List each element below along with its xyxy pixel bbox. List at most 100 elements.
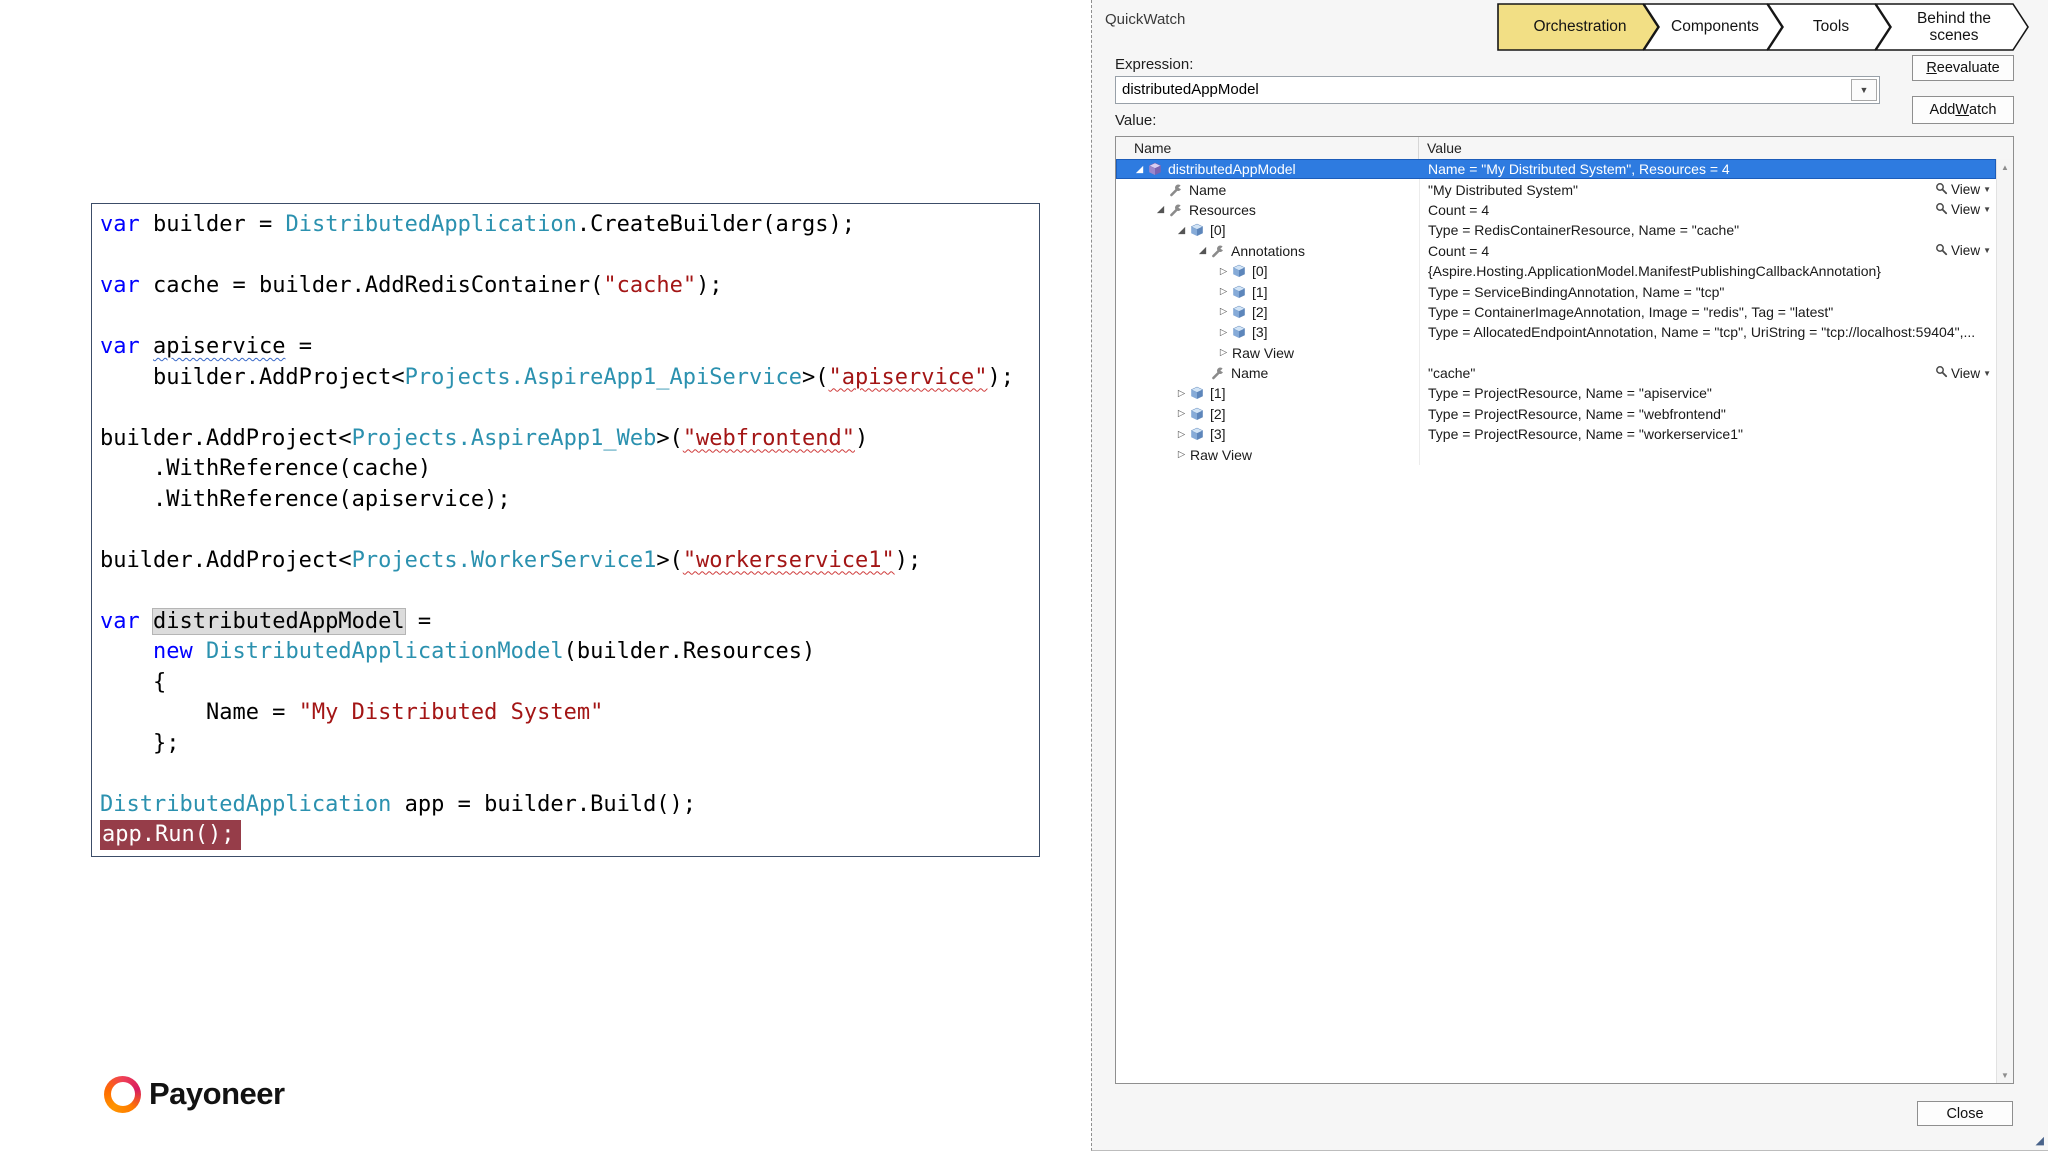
expand-toggle-icon[interactable]: ▷ <box>1174 388 1189 399</box>
add-watch-button[interactable]: Add Watch <box>1912 96 2014 124</box>
code-line: DistributedApplication app = builder.Bui… <box>100 790 1031 821</box>
code-token: distributedAppModel <box>153 608 405 634</box>
collapse-toggle-icon[interactable]: ◢ <box>1132 164 1147 175</box>
watch-row[interactable]: ▷ [1] Type = ProjectResource, Name = "apis… <box>1116 383 1996 404</box>
row-value-cell: Count = 4 View ▼ <box>1419 199 1996 221</box>
watch-row[interactable]: ▷ [1] Type = ServiceBindingAnnotation, Nam… <box>1116 281 1996 302</box>
reevaluate-button[interactable]: Reevaluate <box>1912 55 2014 81</box>
code-line: { <box>100 668 1031 699</box>
view-button[interactable]: View ▼ <box>1935 182 1991 198</box>
expand-toggle-icon[interactable]: ▷ <box>1174 408 1189 419</box>
tab-tools[interactable]: Tools <box>1767 3 1891 51</box>
scrollbar[interactable]: ▲ ▼ <box>1996 159 2013 1083</box>
expand-toggle-icon[interactable]: ▷ <box>1174 429 1189 440</box>
scroll-up-button[interactable]: ▲ <box>1997 159 2013 175</box>
watch-row[interactable]: ◢ Resources Count = 4 View ▼ <box>1116 199 1996 221</box>
row-value-cell: Count = 4 View ▼ <box>1419 240 1996 261</box>
watch-row[interactable]: Name "My Distributed System" View ▼ <box>1116 179 1996 200</box>
view-dropdown-arrow-icon[interactable]: ▼ <box>1983 369 1991 378</box>
scroll-down-button[interactable]: ▼ <box>1997 1067 2013 1083</box>
code-line: Name = "My Distributed System" <box>100 698 1031 729</box>
view-button[interactable]: View ▼ <box>1935 202 1991 218</box>
code-token: builder.AddProject< <box>100 425 352 451</box>
collapse-toggle-icon[interactable]: ◢ <box>1174 225 1189 236</box>
row-value-cell: Type = AllocatedEndpointAnnotation, Name… <box>1419 322 1996 343</box>
expression-combobox[interactable]: distributedAppModel ▼ <box>1115 76 1880 104</box>
code-token: .WithReference(cache) <box>100 456 432 481</box>
code-token: >( <box>656 547 683 573</box>
button-text: atch <box>1969 102 1997 118</box>
wrench-icon <box>1169 183 1184 197</box>
expression-input[interactable]: distributedAppModel <box>1116 77 1849 103</box>
view-button[interactable]: View ▼ <box>1935 365 1991 381</box>
expand-toggle-icon[interactable]: ▷ <box>1216 327 1231 338</box>
row-value: "cache" <box>1428 365 1476 382</box>
watch-grid: Name Value ◢ distributedAppModel Name = "M… <box>1115 136 2014 1084</box>
cube-icon <box>1190 386 1205 400</box>
combo-dropdown-button[interactable]: ▼ <box>1851 79 1877 101</box>
watch-row[interactable]: Name "cache" View ▼ <box>1116 362 1996 384</box>
code-token: ) <box>855 425 869 451</box>
row-value: Count = 4 <box>1428 201 1490 218</box>
watch-row[interactable]: ◢ Annotations Count = 4 View ▼ <box>1116 240 1996 261</box>
watch-row[interactable]: ▷ Raw View <box>1116 444 1996 465</box>
view-dropdown-arrow-icon[interactable]: ▼ <box>1983 205 1991 214</box>
view-label: View <box>1951 202 1981 218</box>
expand-toggle-icon[interactable]: ▷ <box>1216 266 1231 277</box>
expand-toggle-icon[interactable]: ▷ <box>1174 449 1189 460</box>
code-token: var <box>100 608 140 634</box>
code-token: = <box>285 334 312 359</box>
wrench-icon <box>1211 244 1226 258</box>
tab-orchestration[interactable]: Orchestration <box>1497 3 1659 51</box>
row-value-cell: Type = ContainerImageAnnotation, Image =… <box>1419 301 1996 323</box>
watch-row[interactable]: ▷ Raw View <box>1116 342 1996 363</box>
expand-toggle-icon[interactable]: ▷ <box>1216 306 1231 317</box>
grid-header: Name Value <box>1116 137 2013 160</box>
watch-row[interactable]: ◢ distributedAppModel Name = "My Distribut… <box>1116 159 1996 180</box>
row-value: Type = ContainerImageAnnotation, Image =… <box>1428 303 1834 320</box>
code-token: "cache" <box>603 273 697 298</box>
cube-icon <box>1232 325 1247 339</box>
row-name: [3] <box>1210 426 1226 443</box>
view-button[interactable]: View ▼ <box>1935 243 1991 259</box>
watch-row[interactable]: ◢ [0] Type = RedisContainerResource, Name … <box>1116 220 1996 241</box>
resize-grip[interactable]: ◢ <box>2036 1136 2044 1147</box>
tab-components[interactable]: Components <box>1643 3 1783 51</box>
row-value: Name = "My Distributed System", Resource… <box>1428 161 1730 178</box>
row-value-cell: Type = RedisContainerResource, Name = "c… <box>1419 220 1996 241</box>
collapse-toggle-icon[interactable]: ◢ <box>1153 204 1168 215</box>
row-name: [0] <box>1210 222 1226 239</box>
tab-behind-the-scenes[interactable]: Behind the scenes <box>1875 3 2029 51</box>
code-token: Projects.AspireApp1_Web <box>351 425 657 451</box>
watch-row[interactable]: ▷ [0] {Aspire.Hosting.ApplicationModel.Man… <box>1116 260 1996 282</box>
row-value-cell: "My Distributed System" View ▼ <box>1419 179 1996 200</box>
code-token: cache = builder.AddRedisContainer( <box>139 273 604 298</box>
quickwatch-dialog: QuickWatch Orchestration Components Tools B… <box>1091 0 2048 1151</box>
cube-icon <box>1232 264 1247 278</box>
watch-row[interactable]: ▷ [2] Type = ProjectResource, Name = "webf… <box>1116 403 1996 425</box>
expand-toggle-icon[interactable]: ▷ <box>1216 286 1231 297</box>
row-value: Type = ServiceBindingAnnotation, Name = … <box>1428 283 1725 300</box>
row-value-cell: {Aspire.Hosting.ApplicationModel.Manifes… <box>1419 260 1996 282</box>
row-name-cell: ▷ Raw View <box>1116 447 1419 463</box>
view-dropdown-arrow-icon[interactable]: ▼ <box>1983 185 1991 194</box>
expand-toggle-icon[interactable]: ▷ <box>1216 347 1231 358</box>
column-header-value: Value <box>1427 140 1462 156</box>
row-value: Type = ProjectResource, Name = "webfront… <box>1428 405 1726 422</box>
code-token: var <box>100 334 140 359</box>
watch-row[interactable]: ▷ [3] Type = AllocatedEndpointAnnotation, … <box>1116 322 1996 343</box>
view-label: View <box>1951 243 1981 259</box>
dialog-title: QuickWatch <box>1105 11 1186 28</box>
code-token: builder.AddProject< <box>100 547 352 573</box>
collapse-toggle-icon[interactable]: ◢ <box>1195 245 1210 256</box>
close-button[interactable]: Close <box>1917 1101 2013 1126</box>
code-line: builder.AddProject<Projects.WorkerServic… <box>100 546 1031 577</box>
watch-row[interactable]: ▷ [2] Type = ContainerImageAnnotation, Ima… <box>1116 301 1996 323</box>
watch-row[interactable]: ▷ [3] Type = ProjectResource, Name = "work… <box>1116 424 1996 445</box>
view-dropdown-arrow-icon[interactable]: ▼ <box>1983 246 1991 255</box>
